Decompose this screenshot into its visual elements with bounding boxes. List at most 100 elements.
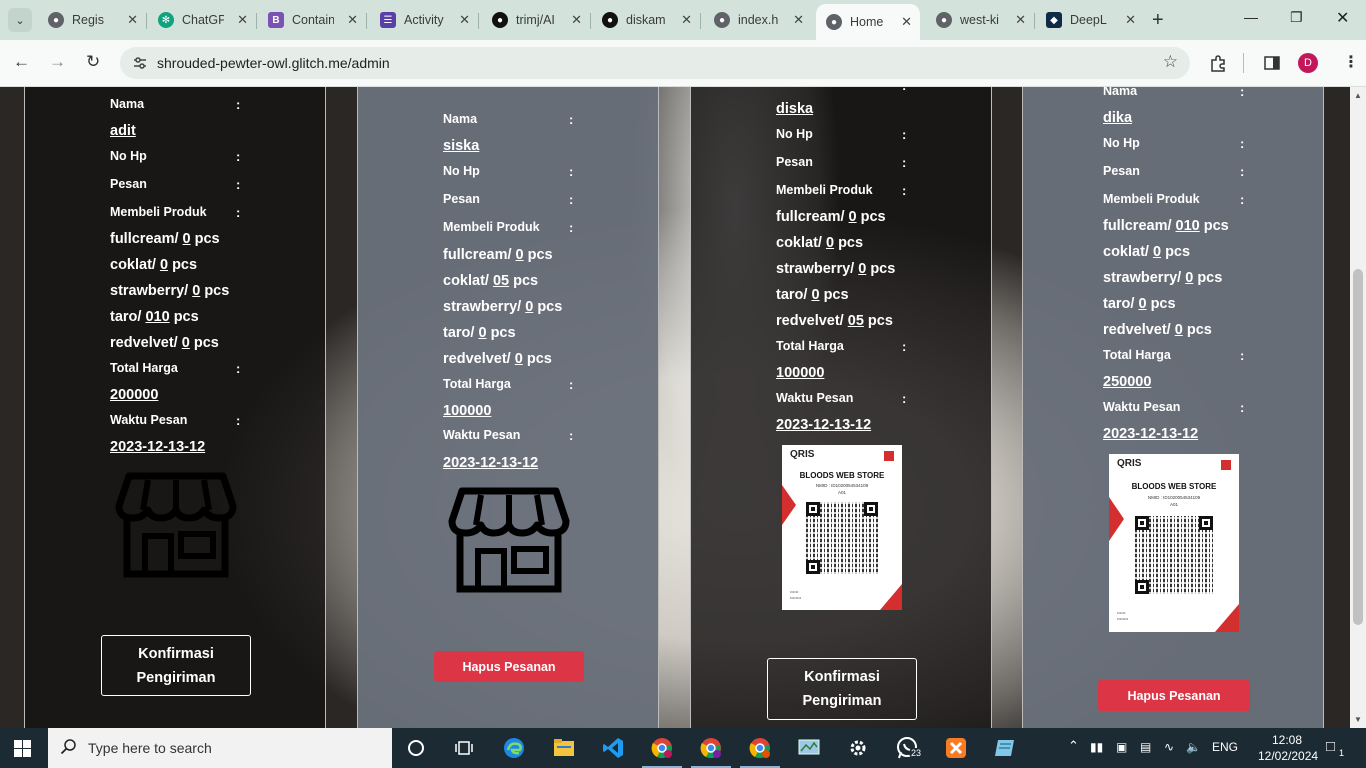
- chevron-down-icon: ⌄: [15, 14, 25, 27]
- new-tab-button[interactable]: +: [1152, 10, 1164, 30]
- volume-icon[interactable]: 🔈: [1186, 740, 1201, 754]
- tab-7-active[interactable]: ● Home ✕: [816, 4, 920, 40]
- reload-button[interactable]: ↻: [86, 52, 100, 72]
- clock[interactable]: 12:08 12/02/2024: [1258, 732, 1318, 764]
- battery-icon[interactable]: ▮▮: [1090, 740, 1103, 754]
- qty: 05: [492, 273, 510, 289]
- order-card-siska: Nama : siska No Hp : Pesan : Membeli Pro…: [357, 87, 659, 728]
- close-icon[interactable]: ✕: [793, 13, 804, 27]
- task-view-icon[interactable]: [452, 736, 476, 760]
- qris-code: QRIS BLOODS WEB STORE NMID : ID102005453…: [782, 445, 902, 610]
- tab-title: ChatGP: [182, 13, 224, 27]
- side-panel-icon[interactable]: [1263, 54, 1281, 72]
- file-explorer-icon[interactable]: [552, 736, 576, 760]
- tray-chevron-up-icon[interactable]: ⌃: [1068, 738, 1079, 754]
- qty: 0: [848, 209, 857, 225]
- close-window-button[interactable]: ✕: [1336, 8, 1349, 28]
- close-icon[interactable]: ✕: [237, 13, 248, 27]
- chrome-profile-d2-icon[interactable]: [691, 736, 731, 768]
- menu-kebab-icon[interactable]: ⋮: [1343, 52, 1359, 72]
- forward-button[interactable]: →: [49, 52, 66, 72]
- konfirmasi-pengiriman-button[interactable]: Konfirmasi Pengiriman: [767, 658, 917, 720]
- browser-toolbar: ← → ↻ shrouded-pewter-owl.glitch.me/admi…: [0, 40, 1366, 87]
- cortana-icon[interactable]: [404, 736, 428, 760]
- minimize-button[interactable]: —: [1244, 9, 1258, 25]
- globe-icon: ●: [936, 12, 952, 28]
- bookmark-star-icon[interactable]: ☆: [1163, 52, 1178, 72]
- language-indicator[interactable]: ENG: [1212, 740, 1238, 754]
- scroll-down-icon[interactable]: ▼: [1354, 715, 1362, 724]
- qty: 0: [515, 247, 524, 263]
- tab-0[interactable]: ● Regis ✕: [38, 6, 147, 34]
- chrome-profile-r-icon[interactable]: [740, 736, 780, 768]
- qris-logo: QRIS: [790, 449, 815, 460]
- label-nama: Nama: [443, 112, 478, 126]
- settings-gear-icon[interactable]: [846, 736, 870, 760]
- tab-2[interactable]: B Contain ✕: [258, 6, 367, 34]
- colon: :: [569, 220, 574, 235]
- notification-icon[interactable]: □: [1326, 738, 1335, 755]
- label-waktu: Waktu Pesan: [443, 428, 521, 442]
- close-icon[interactable]: ✕: [901, 15, 912, 29]
- plus-icon: +: [1152, 9, 1164, 31]
- label-nohp: No Hp: [776, 127, 813, 141]
- tab-5[interactable]: ● diskam ✕: [592, 6, 701, 34]
- order-card-adit: Nama : adit No Hp : Pesan : Membeli Prod…: [24, 87, 326, 728]
- profile-avatar[interactable]: D: [1298, 53, 1318, 73]
- taskbar-search[interactable]: Type here to search: [48, 728, 392, 768]
- tab-4[interactable]: ● trimj/AI ✕: [482, 6, 591, 34]
- whatsapp-icon[interactable]: 23: [895, 736, 924, 760]
- control-panel-icon[interactable]: [797, 736, 821, 760]
- chrome-profile-d-icon[interactable]: [642, 736, 682, 768]
- site-info-icon[interactable]: [132, 55, 148, 71]
- page-scrollbar[interactable]: ▲ ▼: [1350, 87, 1366, 728]
- close-icon[interactable]: ✕: [1015, 13, 1026, 27]
- tab-3[interactable]: ☰ Activity ✕: [370, 6, 479, 34]
- close-icon[interactable]: ✕: [459, 13, 470, 27]
- label-nama: Nama: [110, 97, 145, 111]
- edge-icon[interactable]: [502, 736, 526, 760]
- windows-start-icon[interactable]: [14, 740, 31, 757]
- hapus-pesanan-button[interactable]: Hapus Pesanan: [1098, 680, 1250, 711]
- close-icon[interactable]: ✕: [571, 13, 582, 27]
- close-icon[interactable]: ✕: [347, 13, 358, 27]
- back-button[interactable]: ←: [13, 52, 30, 72]
- xampp-icon[interactable]: [944, 736, 968, 760]
- wifi-icon[interactable]: ∿: [1164, 740, 1174, 754]
- tab-9[interactable]: ◆ DeepL ✕: [1036, 6, 1144, 34]
- product-line-coklat: coklat/ 0 pcs: [776, 235, 864, 251]
- scroll-up-icon[interactable]: ▲: [1354, 91, 1362, 100]
- product-line-taro: taro/ 0 pcs: [776, 287, 849, 303]
- close-icon[interactable]: ✕: [127, 13, 138, 27]
- notepad-icon[interactable]: [993, 736, 1017, 760]
- customer-name: adit: [110, 123, 136, 139]
- close-icon[interactable]: ✕: [681, 13, 692, 27]
- label-total: Total Harga: [110, 361, 178, 375]
- close-icon[interactable]: ✕: [1125, 13, 1136, 27]
- openai-icon: ✻: [158, 12, 174, 28]
- colon: :: [1240, 192, 1245, 207]
- restore-button[interactable]: ❐: [1290, 9, 1303, 26]
- hapus-pesanan-button[interactable]: Hapus Pesanan: [434, 651, 584, 682]
- product-line-taro: taro/ 0 pcs: [443, 325, 516, 341]
- colon: :: [569, 112, 574, 127]
- address-bar[interactable]: shrouded-pewter-owl.glitch.me/admin ☆: [120, 47, 1190, 79]
- tab-6[interactable]: ● index.h ✕: [704, 6, 812, 34]
- github-icon: ●: [602, 12, 618, 28]
- display-icon[interactable]: ▤: [1140, 740, 1151, 754]
- tab-search-button[interactable]: ⌄: [8, 8, 32, 32]
- meet-now-icon[interactable]: ▣: [1116, 740, 1127, 754]
- vscode-icon[interactable]: [601, 736, 625, 760]
- product-line-fullcream: fullcream/ 0 pcs: [776, 209, 886, 225]
- colon: :: [902, 391, 907, 406]
- tab-8[interactable]: ● west-ki ✕: [926, 6, 1035, 34]
- colon: :: [902, 339, 907, 354]
- extensions-icon[interactable]: [1209, 54, 1227, 72]
- qris-store-name: BLOODS WEB STORE: [799, 471, 885, 480]
- qris-store-name: BLOODS WEB STORE: [1131, 482, 1217, 491]
- scrollbar-thumb[interactable]: [1353, 269, 1363, 625]
- konfirmasi-pengiriman-button[interactable]: Konfirmasi Pengiriman: [101, 635, 251, 696]
- label-pesan: Pesan: [443, 192, 480, 206]
- order-card-diska: : diska No Hp : Pesan : Membeli Produk :…: [690, 87, 992, 728]
- tab-1[interactable]: ✻ ChatGP ✕: [148, 6, 257, 34]
